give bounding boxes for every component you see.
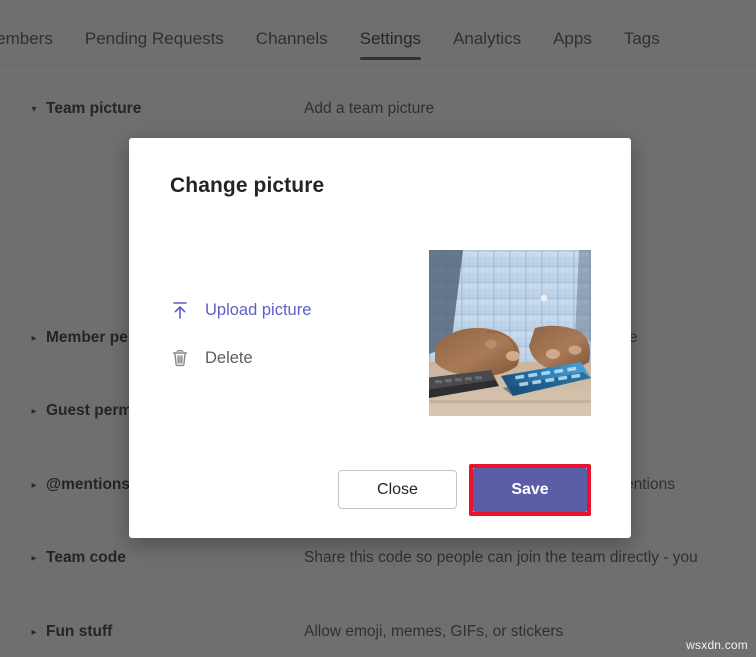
dialog-title: Change picture	[170, 174, 324, 198]
save-button[interactable]: Save	[473, 468, 587, 512]
upload-arrow-icon	[171, 298, 199, 322]
upload-picture-button[interactable]: Upload picture	[171, 293, 421, 327]
dialog-footer: Close Save	[129, 452, 631, 538]
delete-picture-button[interactable]: Delete	[171, 341, 421, 375]
picture-action-list: Upload picture Delete	[171, 293, 421, 389]
upload-picture-label: Upload picture	[205, 301, 311, 320]
preview-photo-hands-on-calculator	[429, 250, 591, 416]
save-button-annotation-highlight: Save	[469, 464, 591, 516]
watermark: wsxdn.com	[686, 638, 748, 652]
delete-picture-label: Delete	[205, 349, 253, 368]
close-button[interactable]: Close	[338, 470, 457, 509]
trash-icon	[171, 346, 199, 370]
change-picture-dialog: Change picture Upload picture	[129, 138, 631, 538]
team-picture-preview	[429, 250, 591, 416]
